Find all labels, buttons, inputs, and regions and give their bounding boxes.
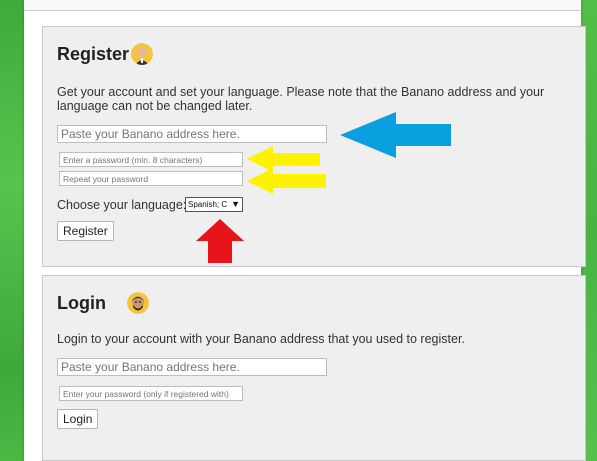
- language-label: Choose your language:: [57, 198, 187, 212]
- page-container: Register Get your account and set your l…: [24, 0, 586, 461]
- register-password-input[interactable]: [59, 152, 243, 167]
- register-description: Get your account and set your language. …: [57, 85, 545, 113]
- blue-arrow-icon: [340, 112, 451, 158]
- register-address-input[interactable]: [57, 125, 327, 143]
- register-avatar-icon: [131, 43, 153, 65]
- register-title: Register: [57, 44, 130, 64]
- register-repeat-password-input[interactable]: [59, 171, 243, 186]
- top-bar: [24, 0, 581, 11]
- language-select[interactable]: Spanish; C ▼: [185, 197, 243, 212]
- register-button[interactable]: Register: [57, 221, 114, 241]
- dropdown-arrow-icon: ▼: [231, 199, 240, 209]
- login-avatar-icon: [127, 292, 149, 314]
- yellow-arrow-icon: [247, 146, 326, 194]
- login-button[interactable]: Login: [57, 409, 99, 429]
- login-address-input[interactable]: [57, 358, 327, 376]
- login-description: Login to your account with your Banano a…: [57, 332, 465, 346]
- login-title: Login: [57, 293, 106, 313]
- background-left: [0, 0, 24, 461]
- login-password-input[interactable]: [59, 386, 243, 401]
- language-select-value: Spanish; C: [188, 200, 228, 209]
- login-panel: Login Login to your account with your Ba…: [42, 275, 586, 461]
- red-arrow-icon: [196, 219, 244, 263]
